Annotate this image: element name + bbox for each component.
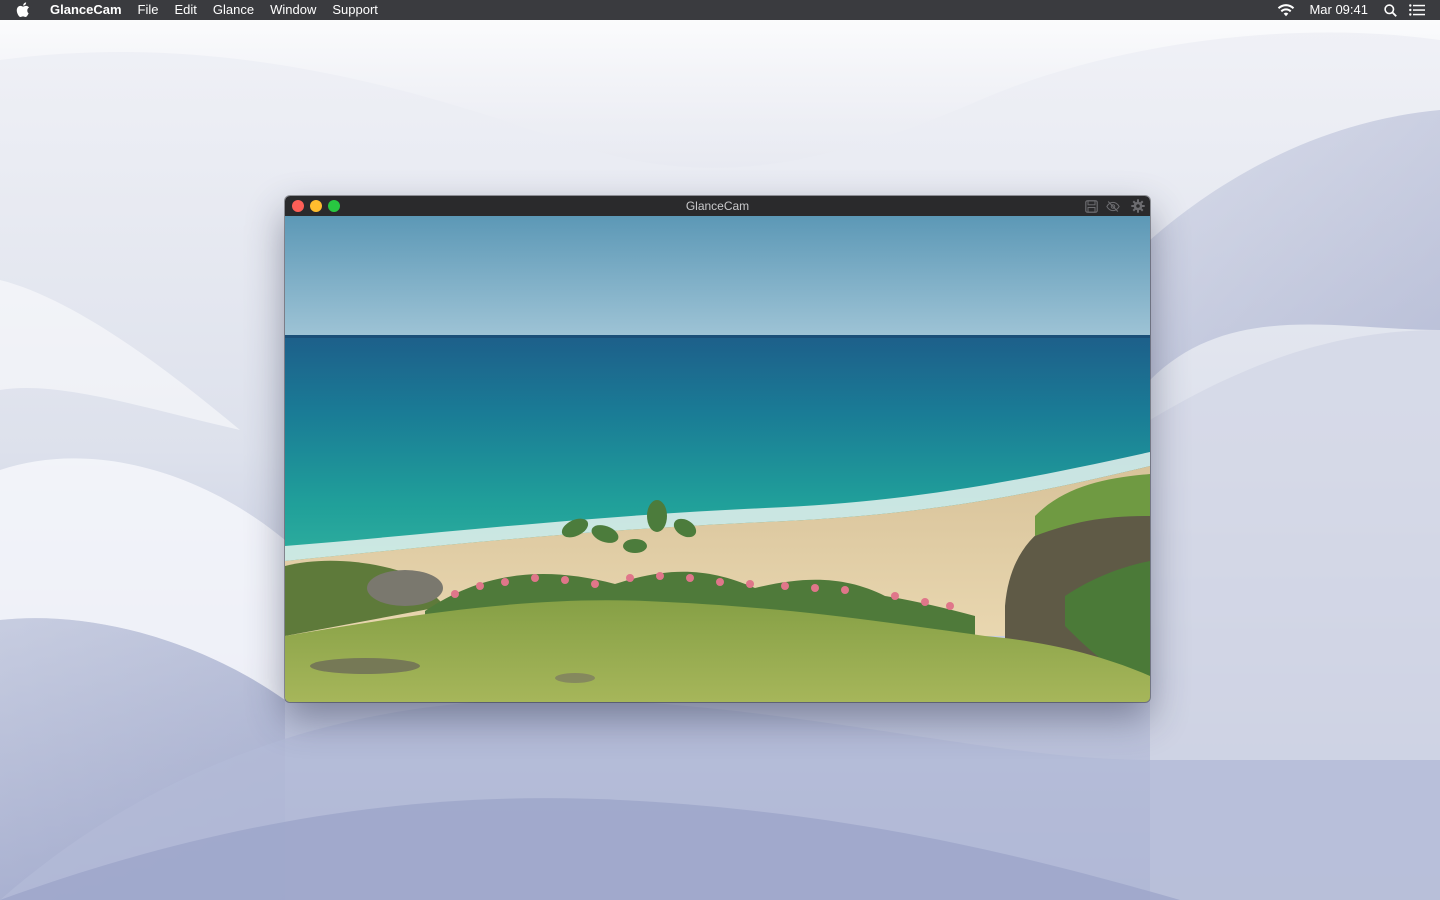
menu-app-name[interactable]: GlanceCam (42, 0, 130, 20)
wifi-icon[interactable] (1273, 0, 1299, 20)
settings-gear-icon[interactable] (1131, 199, 1145, 213)
window-title: GlanceCam (685, 199, 750, 213)
save-icon[interactable] (1084, 199, 1098, 213)
window-title-bar[interactable]: GlanceCam (285, 196, 1150, 216)
menu-edit[interactable]: Edit (167, 0, 205, 20)
menu-bar-status-area: Mar 09:41 (1273, 0, 1440, 20)
menu-bar: GlanceCam File Edit Glance Window Suppor… (0, 0, 1440, 20)
glancecam-window[interactable]: GlanceCam (285, 196, 1150, 702)
notification-center-icon[interactable] (1406, 0, 1428, 20)
hide-icon[interactable] (1106, 199, 1120, 213)
menu-glance[interactable]: Glance (205, 0, 262, 20)
menu-support[interactable]: Support (324, 0, 386, 20)
menu-file[interactable]: File (130, 0, 167, 20)
camera-feed-view[interactable] (285, 216, 1150, 702)
menu-window[interactable]: Window (262, 0, 324, 20)
apple-icon[interactable] (16, 2, 30, 18)
spotlight-search-icon[interactable] (1380, 0, 1400, 20)
menu-clock[interactable]: Mar 09:41 (1299, 0, 1380, 20)
